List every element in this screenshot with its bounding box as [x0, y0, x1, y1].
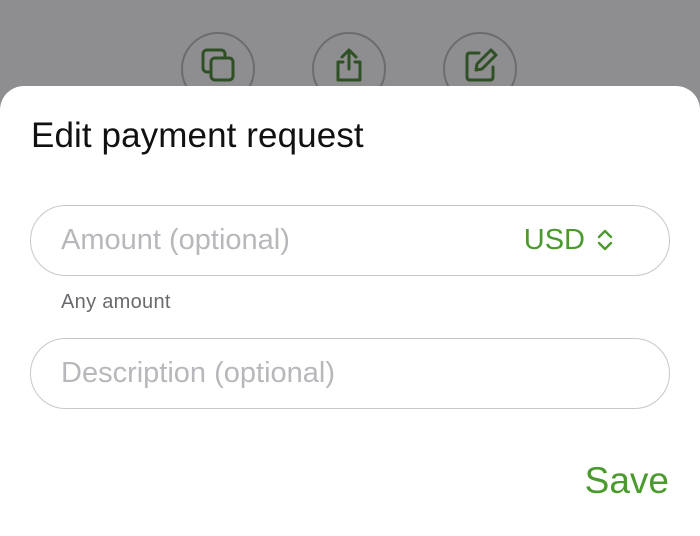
copy-icon — [201, 48, 235, 82]
amount-field-container: USD — [30, 205, 670, 276]
currency-selector[interactable]: USD — [524, 206, 615, 274]
share-icon — [336, 48, 362, 82]
currency-label: USD — [523, 223, 585, 256]
edit-payment-sheet: Edit payment request USD Any amount Save — [0, 86, 700, 536]
screen: Edit payment request USD Any amount Save — [0, 0, 700, 536]
description-field-container — [30, 338, 670, 409]
sheet-title: Edit payment request — [31, 116, 364, 155]
amount-input[interactable] — [61, 206, 501, 274]
description-input[interactable] — [61, 339, 641, 407]
chevron-up-down-icon — [597, 229, 613, 251]
save-button[interactable]: Save — [585, 460, 669, 502]
edit-icon — [465, 48, 498, 82]
amount-hint: Any amount — [61, 291, 171, 313]
